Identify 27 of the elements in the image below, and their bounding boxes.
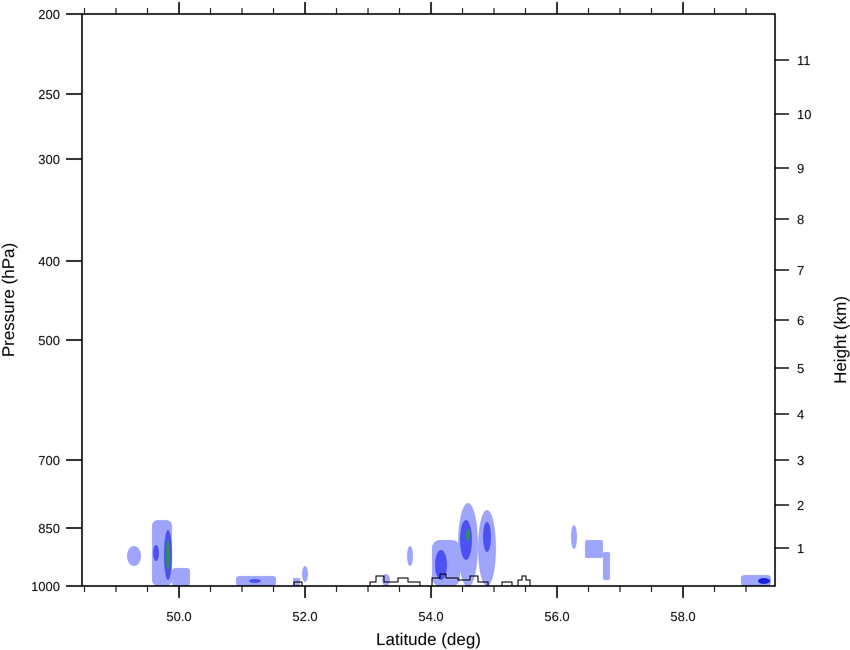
height-tick-label: 4 — [797, 407, 804, 422]
height-tick-label: 2 — [797, 498, 804, 513]
y-tick-label: 250 — [38, 87, 60, 102]
height-tick-label: 9 — [797, 161, 804, 176]
height-tick-label: 10 — [797, 107, 812, 122]
y-tick-label: 700 — [38, 453, 60, 468]
height-tick-label: 11 — [797, 53, 810, 68]
height-tick-label: 8 — [797, 212, 804, 227]
height-tick-label: 6 — [797, 313, 804, 328]
x-tick-label: 56.0 — [544, 609, 570, 624]
x-axis-title: Latitude (deg) — [376, 630, 481, 649]
x-tick-label: 50.0 — [166, 609, 192, 624]
x-tick-label: 54.0 — [418, 609, 444, 624]
y-tick-label: 850 — [38, 521, 60, 536]
y-tick-label: 300 — [38, 152, 60, 167]
y-tick-label: 500 — [38, 333, 60, 348]
x-tick-label: 58.0 — [670, 609, 696, 624]
y-axis-title: Pressure (hPa) — [0, 242, 18, 358]
height-tick-label: 5 — [797, 361, 804, 376]
height-axis-title: Height (km) — [831, 296, 850, 384]
height-tick-label: 1 — [797, 541, 804, 556]
y-tick-label: 400 — [38, 254, 60, 269]
height-tick-label: 7 — [797, 263, 804, 278]
y-tick-label: 1000 — [31, 579, 60, 594]
height-tick-label: 3 — [797, 453, 804, 468]
x-tick-label: 52.0 — [292, 609, 318, 624]
y-tick-label: 200 — [38, 7, 60, 22]
